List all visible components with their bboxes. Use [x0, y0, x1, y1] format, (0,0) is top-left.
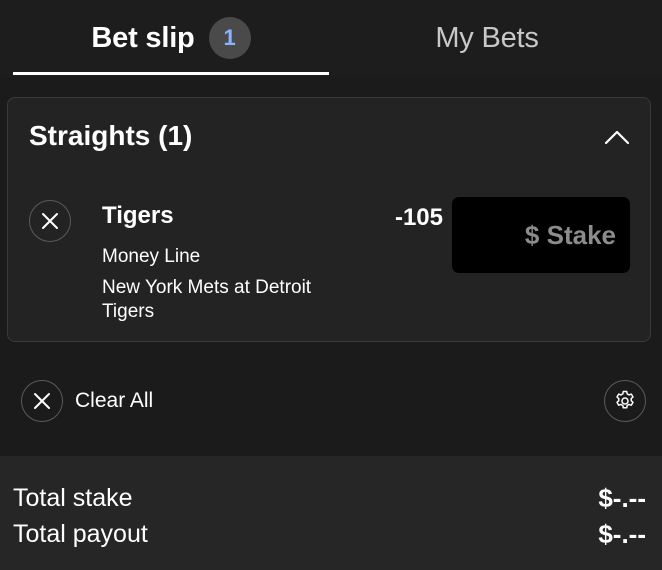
total-stake-label: Total stake: [13, 483, 133, 512]
bet-count-badge: 1: [208, 17, 251, 59]
selection-market: Money Line: [102, 246, 201, 267]
straights-card: Straights (1) Tigers Money Line New York…: [7, 97, 651, 342]
total-stake-row: Total stake $-.--: [13, 481, 646, 515]
tab-my-bets[interactable]: My Bets: [329, 0, 645, 76]
total-payout-row: Total payout $-.--: [13, 517, 646, 551]
remove-selection-button[interactable]: [29, 200, 71, 242]
chevron-up-icon: [604, 130, 630, 145]
clear-all-circle: [21, 380, 63, 422]
stake-input[interactable]: [452, 197, 630, 273]
active-tab-indicator: [13, 72, 329, 75]
selection-event: New York Mets at Detroit Tigers: [102, 277, 312, 322]
straights-title: Straights (1): [29, 120, 193, 151]
selection-team: Tigers: [102, 202, 174, 229]
close-icon: [34, 393, 50, 409]
gear-icon: [616, 390, 634, 409]
total-payout-value: $-.--: [598, 518, 646, 549]
totals-section: Total stake $-.-- Total payout $-.--: [0, 456, 662, 570]
tab-bar: Bet slip 1 My Bets: [0, 0, 662, 76]
close-icon: [42, 213, 58, 229]
total-stake-value: $-.--: [598, 482, 646, 513]
clear-all-label: Clear All: [75, 389, 154, 412]
bet-slip-panel: Bet slip 1 My Bets Straights (1) Tigers …: [0, 0, 662, 570]
collapse-button[interactable]: [602, 124, 632, 150]
tab-bet-slip-label: Bet slip: [91, 21, 195, 54]
clear-all-button[interactable]: Clear All: [21, 380, 153, 422]
tab-bet-slip[interactable]: Bet slip 1: [13, 0, 329, 76]
total-payout-label: Total payout: [13, 519, 148, 548]
tab-my-bets-label: My Bets: [435, 21, 539, 54]
settings-button[interactable]: [604, 380, 646, 422]
selection-odds: -105: [394, 204, 443, 231]
